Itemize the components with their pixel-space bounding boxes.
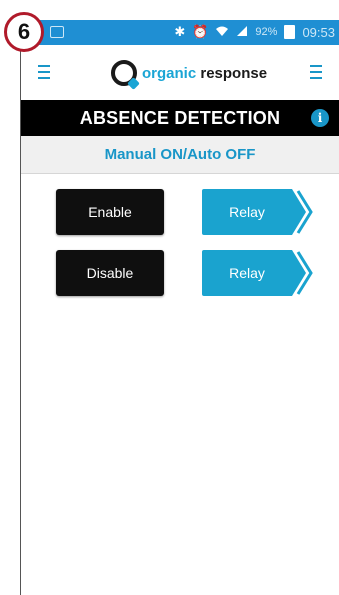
- status-bar: ✱ ⏰ 92% 09:53: [20, 20, 339, 45]
- signal-icon: [236, 25, 248, 40]
- battery-percent: 92%: [255, 26, 278, 38]
- battery-icon: [284, 25, 296, 39]
- control-row: Disable Relay: [56, 250, 316, 296]
- logo-text: organic response: [142, 64, 268, 82]
- right-menu-icon[interactable]: [310, 65, 322, 79]
- mode-label: Manual ON/Auto OFF: [21, 136, 339, 174]
- app-logo: organic response: [111, 60, 267, 86]
- relay-selector[interactable]: Relay: [202, 189, 313, 235]
- chevron-right-icon: [296, 190, 313, 234]
- control-row: Enable Relay: [56, 189, 316, 235]
- page-title: ABSENCE DETECTION: [79, 108, 281, 128]
- clock: 09:53: [302, 24, 335, 40]
- wifi-icon: [215, 25, 229, 40]
- disable-button[interactable]: Disable: [56, 250, 164, 296]
- step-number-badge: 6: [4, 12, 44, 52]
- app-header: organic response: [21, 45, 339, 100]
- logo-mark-icon: [111, 60, 137, 86]
- relay-label: Relay: [202, 189, 292, 235]
- title-bar: ABSENCE DETECTION i: [21, 100, 339, 136]
- status-icons: ✱ ⏰ 92% 09:53: [174, 24, 335, 40]
- phone-screen: 6 ✱ ⏰ 92% 09:53 organic response ABSENCE…: [0, 0, 339, 595]
- relay-label: Relay: [202, 250, 292, 296]
- enable-button[interactable]: Enable: [56, 189, 164, 235]
- bluetooth-icon: ✱: [174, 24, 186, 39]
- photo-icon: [50, 26, 64, 38]
- info-icon[interactable]: i: [311, 109, 329, 127]
- alarm-icon: ⏰: [192, 24, 209, 39]
- relay-selector[interactable]: Relay: [202, 250, 313, 296]
- chevron-right-icon: [296, 251, 313, 295]
- left-menu-icon[interactable]: [38, 65, 50, 79]
